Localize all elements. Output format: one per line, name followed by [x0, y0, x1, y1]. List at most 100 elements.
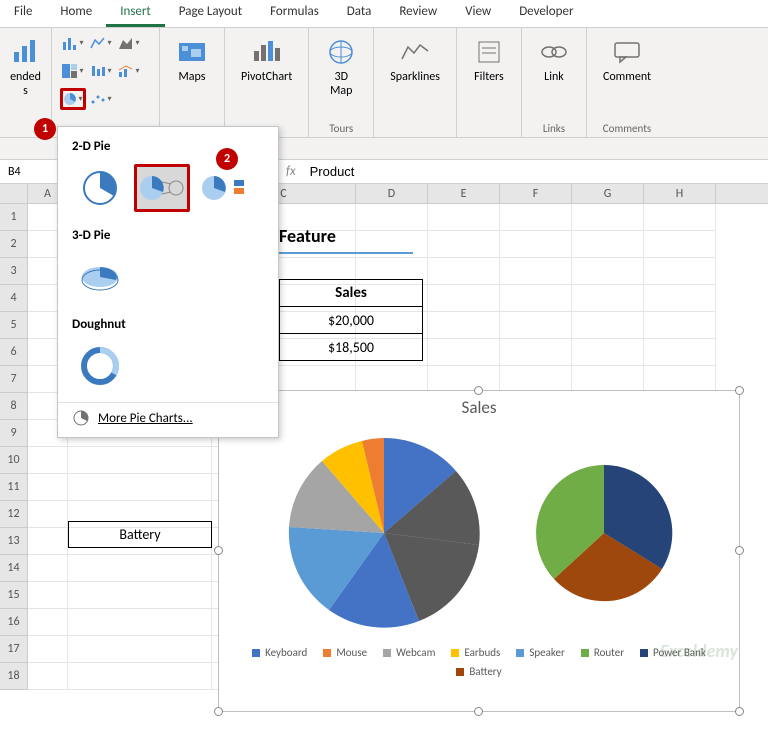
- tab-view[interactable]: View: [451, 0, 505, 27]
- legend-item[interactable]: Speaker: [516, 646, 565, 659]
- cell-B18[interactable]: [68, 663, 212, 690]
- row-header-12[interactable]: 12: [0, 501, 28, 528]
- col-header-g[interactable]: G: [572, 184, 644, 203]
- scatter-chart-button[interactable]: ▾: [88, 88, 114, 110]
- cell-B11[interactable]: [68, 474, 212, 501]
- cell-H6[interactable]: [644, 339, 716, 366]
- chart-handle-e[interactable]: [735, 546, 744, 555]
- row-header-13[interactable]: 13: [0, 528, 28, 555]
- cell-B14[interactable]: [68, 555, 212, 582]
- pie-chart-button[interactable]: ▾: [60, 88, 86, 110]
- cell-H1[interactable]: [644, 204, 716, 231]
- cell-H4[interactable]: [644, 285, 716, 312]
- cell-E7[interactable]: [428, 366, 500, 393]
- cell-F1[interactable]: [500, 204, 572, 231]
- cell-G3[interactable]: [572, 258, 644, 285]
- cell-B17[interactable]: [68, 636, 212, 663]
- row-header-3[interactable]: 3: [0, 258, 28, 285]
- row-header-5[interactable]: 5: [0, 312, 28, 339]
- tab-home[interactable]: Home: [46, 0, 106, 27]
- cell-G4[interactable]: [572, 285, 644, 312]
- legend-item[interactable]: Mouse: [323, 646, 367, 659]
- cell-B15[interactable]: [68, 582, 212, 609]
- row-header-15[interactable]: 15: [0, 582, 28, 609]
- tab-insert[interactable]: Insert: [106, 0, 165, 27]
- cell-F6[interactable]: [500, 339, 572, 366]
- pie-2d-option[interactable]: [72, 164, 128, 212]
- cell-A12[interactable]: [28, 501, 68, 528]
- cell-F4[interactable]: [500, 285, 572, 312]
- row-header-6[interactable]: 6: [0, 339, 28, 366]
- cell-H5[interactable]: [644, 312, 716, 339]
- row-header-16[interactable]: 16: [0, 609, 28, 636]
- legend-item[interactable]: Keyboard: [252, 646, 307, 659]
- chart-handle-sw[interactable]: [214, 707, 223, 716]
- col-header-f[interactable]: F: [500, 184, 572, 203]
- sales-row-2[interactable]: $18,500: [279, 334, 423, 361]
- col-header-d[interactable]: D: [356, 184, 428, 203]
- combo-chart-button[interactable]: ▾: [116, 60, 142, 82]
- tab-page-layout[interactable]: Page Layout: [165, 0, 256, 27]
- chart-handle-s[interactable]: [474, 707, 483, 716]
- line-chart-button[interactable]: ▾: [88, 32, 114, 54]
- tab-file[interactable]: File: [0, 0, 46, 27]
- tab-developer[interactable]: Developer: [505, 0, 587, 27]
- battery-cell[interactable]: Battery: [68, 521, 212, 548]
- tab-data[interactable]: Data: [333, 0, 386, 27]
- doughnut-option[interactable]: [72, 342, 128, 390]
- chart-handle-ne[interactable]: [735, 386, 744, 395]
- link-button[interactable]: Link: [530, 32, 578, 88]
- cell-F3[interactable]: [500, 258, 572, 285]
- cell-F2[interactable]: [500, 231, 572, 258]
- cell-A17[interactable]: [28, 636, 68, 663]
- chart-plot-area[interactable]: [219, 428, 739, 638]
- pivotchart-button[interactable]: PivotChart: [233, 32, 300, 88]
- cell-B10[interactable]: [68, 447, 212, 474]
- legend-item[interactable]: Router: [581, 646, 624, 659]
- chart-handle-se[interactable]: [735, 707, 744, 716]
- chart-handle-w[interactable]: [214, 546, 223, 555]
- row-header-2[interactable]: 2: [0, 231, 28, 258]
- tab-formulas[interactable]: Formulas: [256, 0, 333, 27]
- embedded-chart[interactable]: Sales: [218, 390, 740, 712]
- tab-review[interactable]: Review: [385, 0, 451, 27]
- cell-E5[interactable]: [428, 312, 500, 339]
- row-header-9[interactable]: 9: [0, 420, 28, 447]
- formula-input[interactable]: [304, 164, 768, 179]
- cell-E3[interactable]: [428, 258, 500, 285]
- row-header-17[interactable]: 17: [0, 636, 28, 663]
- col-header-e[interactable]: E: [428, 184, 500, 203]
- row-header-10[interactable]: 10: [0, 447, 28, 474]
- comment-button[interactable]: Comment: [595, 32, 659, 88]
- cell-E2[interactable]: [428, 231, 500, 258]
- row-header-14[interactable]: 14: [0, 555, 28, 582]
- cell-G5[interactable]: [572, 312, 644, 339]
- sparklines-button[interactable]: Sparklines: [382, 32, 448, 88]
- cell-A16[interactable]: [28, 609, 68, 636]
- cell-A14[interactable]: [28, 555, 68, 582]
- cell-A15[interactable]: [28, 582, 68, 609]
- pie-of-pie-option[interactable]: [134, 164, 190, 212]
- cell-A11[interactable]: [28, 474, 68, 501]
- more-pie-charts[interactable]: More Pie Charts...: [58, 402, 278, 433]
- cell-E4[interactable]: [428, 285, 500, 312]
- row-header-11[interactable]: 11: [0, 474, 28, 501]
- cell-A10[interactable]: [28, 447, 68, 474]
- sales-row-1[interactable]: $20,000: [279, 307, 423, 334]
- cell-E1[interactable]: [428, 204, 500, 231]
- cell-F7[interactable]: [500, 366, 572, 393]
- cell-D7[interactable]: [356, 366, 428, 393]
- cell-G1[interactable]: [572, 204, 644, 231]
- filters-button[interactable]: Filters: [465, 32, 513, 88]
- select-all-corner[interactable]: [0, 184, 28, 203]
- column-chart-button[interactable]: ▾: [60, 32, 86, 54]
- name-box[interactable]: B4: [0, 160, 62, 183]
- chart-handle-n[interactable]: [474, 386, 483, 395]
- cell-H7[interactable]: [644, 366, 716, 393]
- sales-header[interactable]: Sales: [279, 279, 423, 307]
- stats-chart-button[interactable]: ▾: [88, 60, 114, 82]
- cell-H2[interactable]: [644, 231, 716, 258]
- legend-item[interactable]: Battery: [456, 665, 501, 678]
- area-chart-button[interactable]: ▾: [116, 32, 142, 54]
- maps-button[interactable]: Maps: [168, 32, 216, 88]
